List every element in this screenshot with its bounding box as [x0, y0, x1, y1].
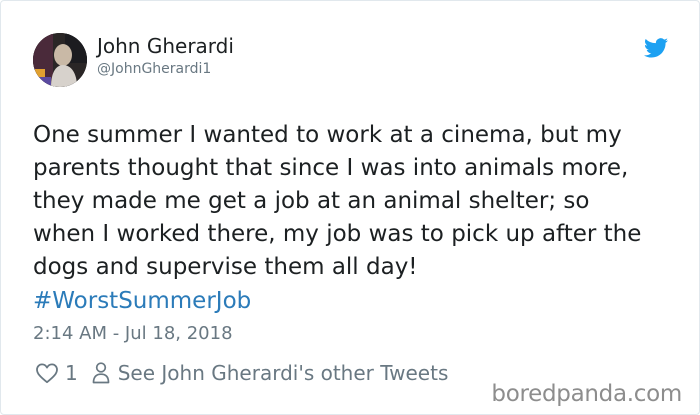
- avatar[interactable]: [33, 33, 87, 87]
- like-count[interactable]: 1: [65, 361, 78, 385]
- watermark: boredpanda.com: [491, 381, 682, 407]
- person-icon[interactable]: [92, 361, 110, 385]
- twitter-bird-icon[interactable]: [644, 38, 668, 58]
- avatar-image: [33, 33, 87, 87]
- tweet-timestamp[interactable]: 2:14 AM - Jul 18, 2018: [33, 323, 233, 344]
- other-tweets-link[interactable]: See John Gherardi's other Tweets: [118, 361, 449, 385]
- hashtag-link[interactable]: #WorstSummerJob: [33, 285, 251, 318]
- author-name[interactable]: John Gherardi: [97, 34, 234, 58]
- tweet-card: John Gherardi @JohnGherardi1 One summer …: [0, 0, 700, 415]
- tweet-text: One summer I wanted to work at a cinema,…: [33, 122, 642, 280]
- heart-icon[interactable]: [35, 362, 59, 384]
- tweet-actions: 1 See John Gherardi's other Tweets: [35, 359, 448, 387]
- author-handle[interactable]: @JohnGherardi1: [97, 61, 211, 77]
